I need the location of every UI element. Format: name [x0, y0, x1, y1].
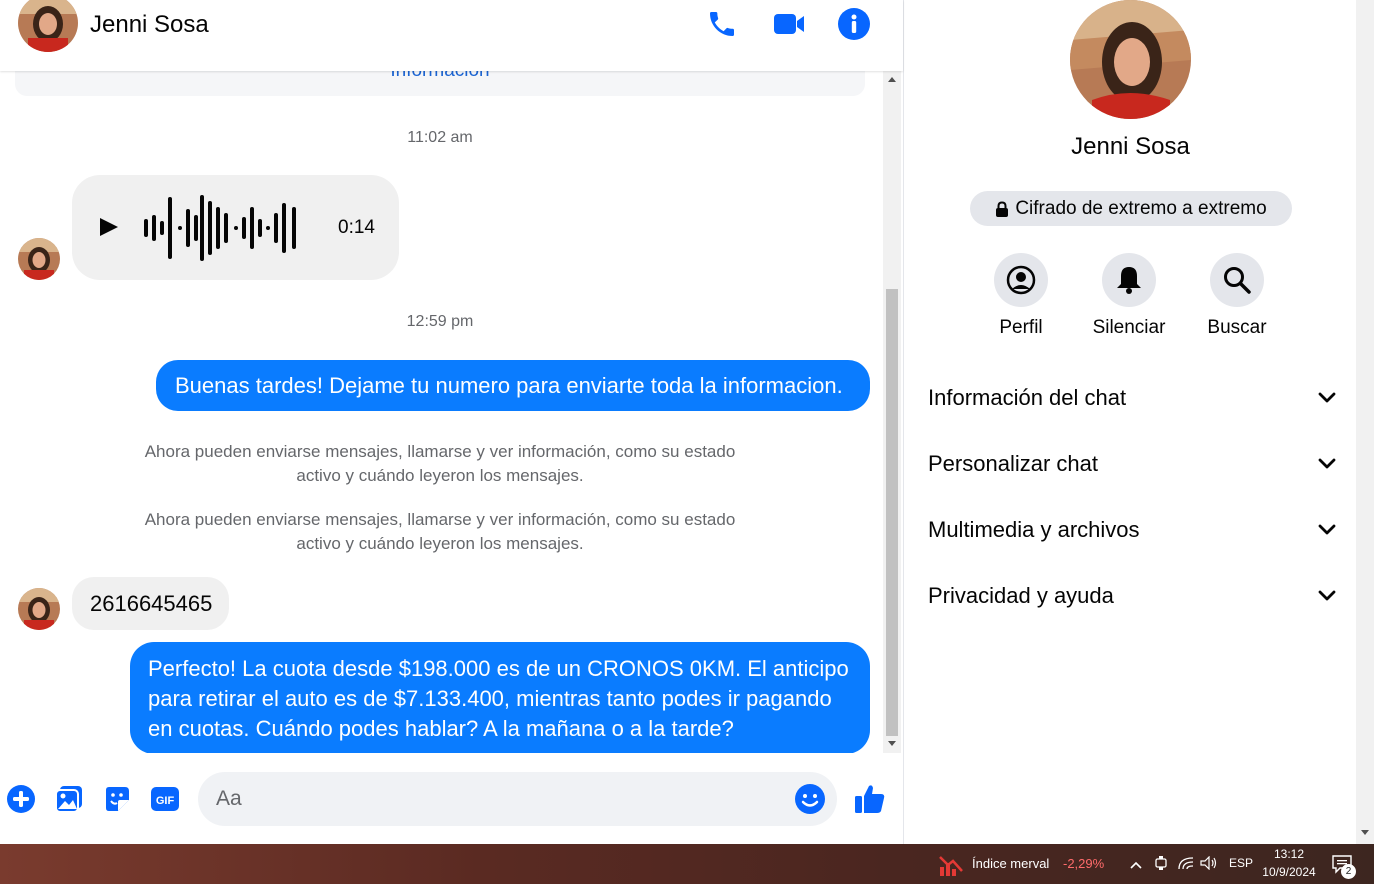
message-text-line: en cuotas. Cuándo podes hablar? A la mañ… [148, 716, 734, 741]
section-privacy-help[interactable]: Privacidad y ayuda [928, 574, 1336, 618]
plus-icon[interactable] [5, 783, 37, 815]
message-input-wrapper [198, 772, 837, 826]
section-label: Personalizar chat [928, 451, 1098, 476]
scroll-up-arrow[interactable] [888, 77, 896, 82]
like-icon[interactable] [852, 781, 888, 817]
encryption-badge[interactable]: Cifrado de extremo a extremo [970, 191, 1292, 226]
waveform-icon[interactable] [142, 193, 304, 268]
bell-icon [1102, 253, 1156, 307]
windows-taskbar: Índice merval -2,29% ESP 13:12 10/9/2024… [0, 844, 1374, 884]
gif-icon[interactable]: GIF [149, 783, 181, 815]
wifi-icon[interactable] [1178, 856, 1194, 875]
section-chat-info[interactable]: Información del chat [928, 376, 1336, 420]
messenger-window: Jenni Sosa Información 11:02 am [0, 0, 1374, 844]
scroll-down-arrow[interactable] [1361, 830, 1369, 835]
system-note-line: activo y cuándo leyeron los mensajes. [296, 466, 584, 485]
chevron-down-icon [1318, 590, 1336, 601]
lock-icon [996, 200, 1009, 217]
page-scrollbar[interactable] [1356, 0, 1374, 844]
stock-chart-icon[interactable] [938, 853, 964, 882]
outgoing-message[interactable]: Perfecto! La cuota desde $198.000 es de … [130, 642, 870, 753]
encryption-label: Cifrado de extremo a extremo [1015, 197, 1267, 219]
chat-column: Jenni Sosa Información 11:02 am [0, 0, 903, 844]
panel-avatar[interactable] [1070, 0, 1191, 119]
chevron-down-icon [1318, 524, 1336, 535]
incoming-message[interactable]: 2616645465 [72, 577, 229, 630]
section-label: Privacidad y ayuda [928, 583, 1114, 608]
message-text: Buenas tardes! Dejame tu numero para env… [175, 373, 843, 398]
timestamp: 12:59 pm [406, 313, 474, 330]
chat-header: Jenni Sosa [0, 0, 903, 71]
ticker-change[interactable]: -2,29% [1063, 856, 1104, 871]
emoji-icon[interactable] [794, 783, 826, 820]
voice-duration: 0:14 [338, 217, 375, 238]
info-card: Información [15, 71, 865, 96]
scroll-down-arrow[interactable] [888, 741, 896, 746]
mute-button[interactable]: Silenciar [1084, 253, 1174, 339]
search-label: Buscar [1207, 317, 1267, 338]
clock-time[interactable]: 13:12 [1263, 847, 1315, 861]
contact-avatar[interactable] [18, 0, 78, 52]
phone-icon[interactable] [704, 6, 740, 42]
section-label: Información del chat [928, 385, 1127, 410]
search-icon [1210, 253, 1264, 307]
outgoing-message[interactable]: Buenas tardes! Dejame tu numero para env… [156, 360, 870, 411]
profile-button[interactable]: Perfil [976, 253, 1066, 339]
clock-date[interactable]: 10/9/2024 [1259, 865, 1319, 879]
system-note: Ahora pueden enviarse mensajes, llamarse… [0, 440, 880, 488]
search-button[interactable]: Buscar [1192, 253, 1282, 339]
notification-count-badge: 2 [1341, 864, 1356, 879]
meet-now-icon[interactable] [1154, 855, 1168, 876]
system-note-line: Ahora pueden enviarse mensajes, llamarse… [144, 442, 736, 461]
system-note-line: activo y cuándo leyeron los mensajes. [296, 534, 584, 553]
message-scrollbar[interactable] [883, 71, 901, 753]
contact-name[interactable]: Jenni Sosa [90, 11, 209, 39]
message-list[interactable]: Información 11:02 am [0, 71, 882, 753]
info-icon[interactable] [836, 6, 872, 42]
ticker-name[interactable]: Índice merval [972, 856, 1049, 871]
section-customize-chat[interactable]: Personalizar chat [928, 442, 1336, 486]
sticker-icon[interactable] [101, 783, 133, 815]
language-indicator[interactable]: ESP [1229, 856, 1253, 870]
message-text-line: para retirar el auto es de $7.133.400, m… [148, 686, 832, 711]
video-camera-icon[interactable] [771, 6, 807, 42]
timestamp: 11:02 am [407, 129, 473, 146]
sender-avatar[interactable] [18, 588, 60, 630]
profile-icon [994, 253, 1048, 307]
message-input[interactable] [216, 772, 776, 826]
mute-label: Silenciar [1092, 317, 1166, 338]
volume-icon[interactable] [1200, 855, 1218, 875]
chevron-up-icon[interactable] [1129, 857, 1143, 875]
section-label: Multimedia y archivos [928, 517, 1140, 542]
panel-contact-name: Jenni Sosa [1071, 133, 1190, 160]
message-text: 2616645465 [90, 591, 213, 616]
system-note-line: Ahora pueden enviarse mensajes, llamarse… [144, 510, 736, 529]
system-note: Ahora pueden enviarse mensajes, llamarse… [0, 508, 880, 556]
profile-label: Perfil [999, 317, 1043, 338]
svg-text:GIF: GIF [156, 795, 175, 807]
chevron-down-icon [1318, 392, 1336, 403]
section-media-files[interactable]: Multimedia y archivos [928, 508, 1336, 552]
play-icon[interactable] [98, 217, 120, 242]
scroll-thumb[interactable] [886, 289, 898, 736]
composer: GIF [0, 753, 903, 844]
voice-message: 0:14 [72, 175, 399, 280]
chevron-down-icon [1318, 458, 1336, 469]
sender-avatar[interactable] [18, 238, 60, 280]
conversation-details-panel: Jenni Sosa Cifrado de extremo a extremo … [903, 0, 1356, 844]
message-text-line: Perfecto! La cuota desde $198.000 es de … [148, 656, 849, 681]
gallery-icon[interactable] [53, 783, 85, 815]
info-link[interactable]: Información [15, 71, 865, 82]
